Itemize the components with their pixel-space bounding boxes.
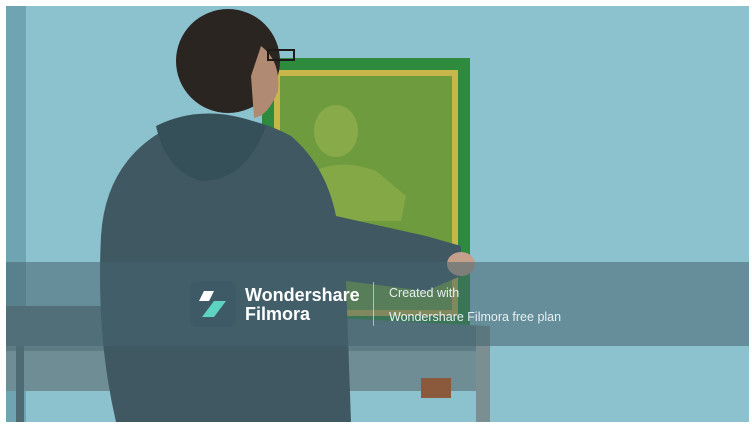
filmora-logo-icon (190, 281, 236, 327)
video-frame: Wondershare Filmora Created with Wonders… (0, 0, 752, 425)
watermark-band (6, 262, 749, 346)
watermark-caption-line2: Wondershare Filmora free plan (389, 310, 562, 324)
watermark-caption-line1: Created with (389, 286, 460, 300)
video-still (6, 6, 749, 422)
scene-illustration (6, 6, 749, 422)
brand-name-line1: Wondershare (245, 285, 360, 305)
brand-name-line2: Filmora (245, 304, 311, 324)
watermark-divider (373, 282, 374, 326)
